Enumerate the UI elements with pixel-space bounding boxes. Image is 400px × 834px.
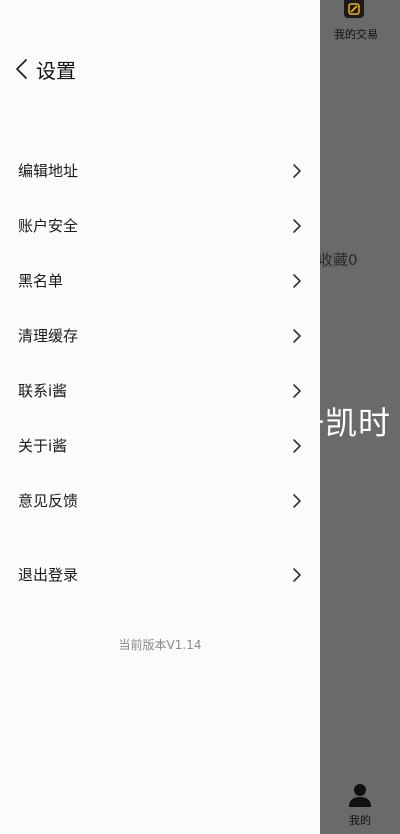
menu-item-about[interactable]: 关于i酱 — [0, 418, 320, 473]
menu-item-label: 编辑地址 — [18, 162, 79, 180]
chevron-right-icon — [293, 328, 301, 343]
logout-button[interactable]: 退出登录 — [0, 547, 320, 602]
chevron-right-icon — [293, 493, 301, 508]
version-text: 当前版本V1.14 — [118, 638, 202, 652]
chevron-right-icon — [293, 438, 301, 453]
back-button[interactable] — [0, 58, 30, 80]
menu-item-clear-cache[interactable]: 清理缓存 — [0, 308, 320, 363]
settings-drawer: 设置 编辑地址 账户安全 黑名单 清理缓存 联系i酱 关于i酱 意见反馈 退出登… — [0, 0, 320, 834]
mine-tab-label[interactable]: 我的 — [330, 812, 390, 828]
menu-item-account-security[interactable]: 账户安全 — [0, 198, 320, 253]
profile-icon[interactable] — [347, 782, 373, 808]
my-trades-tab-label[interactable]: 我的交易 — [326, 26, 386, 42]
menu-spacer — [0, 528, 320, 547]
menu-item-label: 账户安全 — [18, 217, 79, 235]
menu-item-label: 联系i酱 — [18, 382, 68, 400]
menu-item-edit-address[interactable]: 编辑地址 — [0, 143, 320, 198]
menu-item-feedback[interactable]: 意见反馈 — [0, 473, 320, 528]
chevron-right-icon — [293, 383, 301, 398]
page-title: 设置 — [36, 58, 76, 83]
logout-label: 退出登录 — [18, 566, 79, 584]
settings-menu: 编辑地址 账户安全 黑名单 清理缓存 联系i酱 关于i酱 意见反馈 退出登录 — [0, 143, 320, 602]
favorites-count: 收藏0 — [318, 251, 358, 269]
chevron-right-icon — [293, 218, 301, 233]
chevron-right-icon — [293, 567, 301, 582]
drawer-header: 设置 — [0, 52, 320, 86]
menu-item-contact[interactable]: 联系i酱 — [0, 363, 320, 418]
menu-item-label: 黑名单 — [18, 272, 64, 290]
menu-item-label: 关于i酱 — [18, 437, 68, 455]
chevron-right-icon — [293, 163, 301, 178]
menu-item-label: 意见反馈 — [18, 492, 79, 510]
menu-item-blacklist[interactable]: 黑名单 — [0, 253, 320, 308]
chevron-right-icon — [293, 273, 301, 288]
chevron-left-icon — [16, 59, 27, 79]
menu-item-label: 清理缓存 — [18, 327, 79, 345]
trade-icon[interactable] — [344, 0, 364, 18]
